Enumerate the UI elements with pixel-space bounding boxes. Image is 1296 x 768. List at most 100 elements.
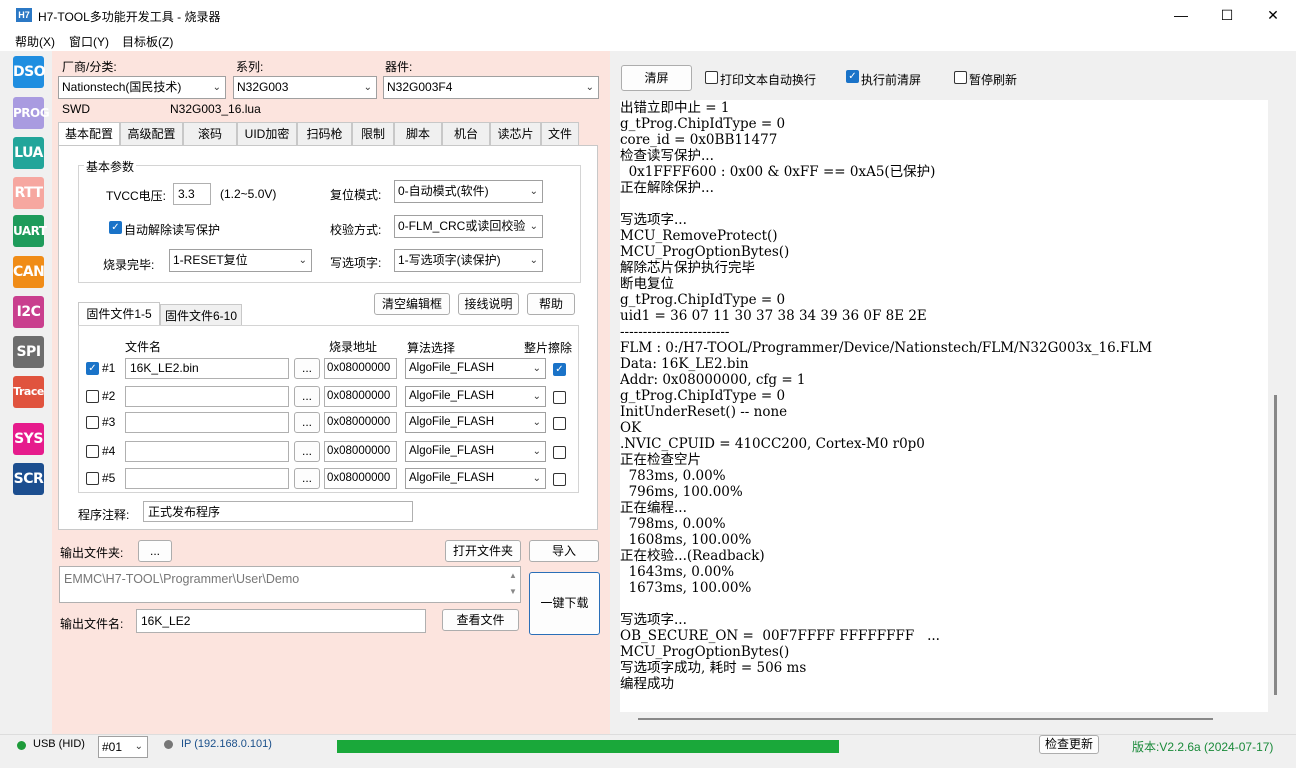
- sidebar-prog-button[interactable]: PROG: [13, 97, 50, 129]
- file-browse-button[interactable]: ...: [294, 412, 320, 433]
- tvcc-input[interactable]: 3.3: [173, 183, 211, 205]
- device-number-value: #01: [102, 740, 123, 754]
- burn-address-input[interactable]: 0x08000000: [324, 386, 397, 407]
- finish-select[interactable]: 1-RESET复位 ⌄: [169, 249, 312, 272]
- burn-address-input[interactable]: 0x08000000: [324, 412, 397, 433]
- file-name-input[interactable]: [125, 386, 289, 407]
- log-output[interactable]: 出错立即中止 = 1 g_tProg.ChipIdType = 0 core_id …: [620, 100, 1268, 712]
- help-button[interactable]: 帮助: [527, 293, 575, 315]
- algorithm-select[interactable]: AlgoFile_FLASH ⌄: [405, 412, 546, 433]
- tab-8[interactable]: 读芯片: [490, 122, 541, 145]
- chip-erase-checkbox[interactable]: ✓: [553, 363, 566, 376]
- sidebar-scr-button[interactable]: SCR: [13, 463, 44, 495]
- file-enable-checkbox[interactable]: [86, 445, 99, 458]
- burn-address-input[interactable]: 0x08000000: [324, 358, 397, 379]
- output-name-input[interactable]: 16K_LE2: [136, 609, 426, 633]
- one-key-download-button[interactable]: 一键下载: [529, 572, 600, 635]
- file-browse-button[interactable]: ...: [294, 468, 320, 489]
- file-row-id: #1: [102, 361, 116, 375]
- check-update-button[interactable]: 检查更新: [1039, 735, 1099, 754]
- log-line: FLM : 0:/H7-TOOL/Programmer/Device/Natio…: [620, 340, 1153, 356]
- file-name-input[interactable]: [125, 468, 289, 489]
- sidebar-sys-button[interactable]: SYS: [13, 423, 44, 455]
- path-scroll-arrows-icon[interactable]: ▲ ▼: [506, 568, 520, 601]
- tab-firmware-1-5[interactable]: 固件文件1-5: [78, 302, 160, 326]
- tab-1[interactable]: 高级配置: [120, 122, 183, 145]
- menu-help[interactable]: 帮助(X): [15, 33, 55, 50]
- chip-erase-checkbox[interactable]: [553, 446, 566, 459]
- tab-0[interactable]: 基本配置: [58, 122, 120, 146]
- file-name-input[interactable]: [125, 412, 289, 433]
- option-bytes-select[interactable]: 1-写选项字(读保护) ⌄: [394, 249, 543, 272]
- chip-erase-checkbox[interactable]: [553, 391, 566, 404]
- view-file-button[interactable]: 查看文件: [442, 609, 519, 631]
- tab-5[interactable]: 限制: [352, 122, 394, 145]
- file-enable-checkbox[interactable]: [86, 390, 99, 403]
- sidebar-dso-button[interactable]: DSO: [13, 56, 46, 88]
- algorithm-select[interactable]: AlgoFile_FLASH ⌄: [405, 358, 546, 379]
- sidebar-lua-button[interactable]: LUA: [13, 137, 44, 169]
- file-browse-button[interactable]: ...: [294, 441, 320, 462]
- clear-before-run-checkbox[interactable]: ✓: [846, 70, 859, 83]
- algorithm-select[interactable]: AlgoFile_FLASH ⌄: [405, 468, 546, 489]
- note-input[interactable]: 正式发布程序: [143, 501, 413, 522]
- series-select[interactable]: N32G003 ⌄: [233, 76, 377, 99]
- close-button[interactable]: ✕: [1250, 0, 1296, 31]
- maximize-button[interactable]: ☐: [1204, 0, 1250, 31]
- minimize-button[interactable]: —: [1158, 0, 1204, 31]
- burn-address-input[interactable]: 0x08000000: [324, 441, 397, 462]
- tab-6[interactable]: 脚本: [394, 122, 442, 145]
- file-browse-button[interactable]: ...: [294, 358, 320, 379]
- file-enable-checkbox[interactable]: [86, 472, 99, 485]
- vendor-select[interactable]: Nationstech(国民技术) ⌄: [58, 76, 226, 99]
- file-enable-checkbox[interactable]: ✓: [86, 362, 99, 375]
- chip-erase-checkbox[interactable]: [553, 473, 566, 486]
- menu-window[interactable]: 窗口(Y): [69, 33, 109, 50]
- sidebar-spi-button[interactable]: SPI: [13, 336, 44, 368]
- reset-mode-select[interactable]: 0-自动模式(软件) ⌄: [394, 180, 543, 203]
- chip-erase-checkbox[interactable]: [553, 417, 566, 430]
- tab-9[interactable]: 文件: [541, 122, 579, 145]
- sidebar-rtt-button[interactable]: RTT: [13, 177, 44, 209]
- sidebar-i2c-button[interactable]: I2C: [13, 296, 44, 328]
- log-line: 798ms, 0.00%: [620, 516, 726, 532]
- algorithm-value: AlgoFile_FLASH: [409, 390, 495, 402]
- sidebar-can-button[interactable]: CAN: [13, 256, 45, 288]
- open-folder-button[interactable]: 打开文件夹: [445, 540, 521, 562]
- output-folder-browse-button[interactable]: ...: [138, 540, 172, 562]
- algorithm-select[interactable]: AlgoFile_FLASH ⌄: [405, 386, 546, 407]
- verify-select[interactable]: 0-FLM_CRC或读回校验 ⌄: [394, 215, 543, 238]
- tab-firmware-6-10[interactable]: 固件文件6-10: [160, 304, 242, 325]
- chevron-down-icon: ⌄: [529, 221, 538, 232]
- app-icon: H7: [16, 8, 32, 22]
- tab-4[interactable]: 扫码枪: [297, 122, 352, 145]
- algorithm-select[interactable]: AlgoFile_FLASH ⌄: [405, 441, 546, 462]
- col-algorithm: 算法选择: [407, 341, 456, 355]
- import-button[interactable]: 导入: [529, 540, 599, 562]
- burn-address-input[interactable]: 0x08000000: [324, 468, 397, 489]
- clear-edit-button[interactable]: 清空编辑框: [374, 293, 450, 315]
- tab-7[interactable]: 机台: [442, 122, 490, 145]
- output-path-field[interactable]: EMMC\H7-TOOL\Programmer\User\Demo: [59, 566, 521, 603]
- algorithm-value: AlgoFile_FLASH: [409, 472, 495, 484]
- tab-3[interactable]: UID加密: [237, 122, 297, 145]
- sidebar-uart-button[interactable]: UART: [13, 215, 47, 247]
- pause-refresh-checkbox[interactable]: [954, 71, 967, 84]
- file-name-input[interactable]: 16K_LE2.bin: [125, 358, 289, 379]
- auto-unlock-checkbox[interactable]: ✓: [109, 221, 122, 234]
- device-number-select[interactable]: #01 ⌄: [98, 736, 148, 758]
- clear-screen-button[interactable]: 清屏: [621, 65, 692, 91]
- device-select[interactable]: N32G003F4 ⌄: [383, 76, 599, 99]
- tab-2[interactable]: 滚码: [183, 122, 237, 145]
- verify-label: 校验方式:: [330, 223, 382, 237]
- log-horizontal-scrollbar[interactable]: [638, 718, 1213, 720]
- auto-wrap-checkbox[interactable]: [705, 71, 718, 84]
- file-browse-button[interactable]: ...: [294, 386, 320, 407]
- sidebar-trace-button[interactable]: Trace: [13, 376, 44, 408]
- log-vertical-scrollbar[interactable]: [1274, 395, 1277, 695]
- file-enable-checkbox[interactable]: [86, 416, 99, 429]
- menu-target-board[interactable]: 目标板(Z): [122, 33, 173, 50]
- wiring-help-button[interactable]: 接线说明: [458, 293, 519, 315]
- file-row-id: #4: [102, 444, 116, 458]
- file-name-input[interactable]: [125, 441, 289, 462]
